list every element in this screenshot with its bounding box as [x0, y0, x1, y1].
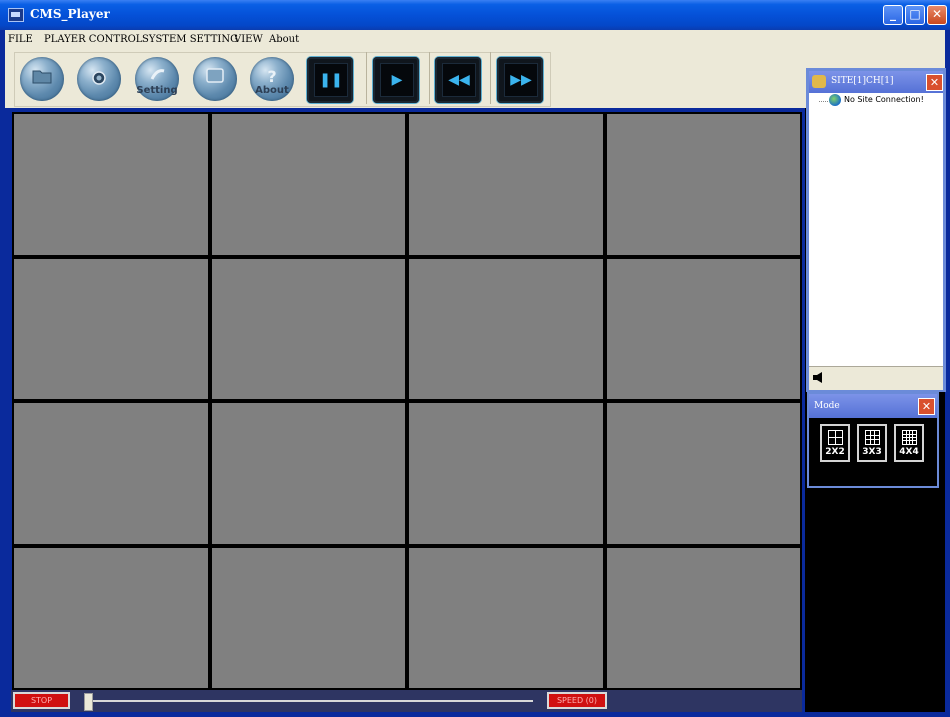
video-channel-cell[interactable]	[14, 258, 208, 399]
toolbar-separator	[490, 52, 491, 104]
video-channel-cell[interactable]	[409, 403, 603, 544]
site-panel-footer	[809, 366, 943, 390]
playback-bar: STOP SPEED (0)	[11, 690, 802, 712]
mode-4x4-button[interactable]: 4X4	[894, 424, 924, 462]
svg-text:?: ?	[267, 67, 276, 85]
mode-3x3-label: 3X3	[862, 447, 882, 457]
site-panel: SITE[1]CH[1] ✕ No Site Connection!	[806, 68, 946, 392]
play-button[interactable]: ▶	[373, 57, 419, 103]
video-channel-cell[interactable]	[606, 258, 800, 399]
toolbar-separator	[366, 52, 367, 104]
mode-panel-close-icon[interactable]: ✕	[918, 398, 935, 415]
site-panel-title: SITE[1]CH[1]	[831, 76, 894, 86]
stop-button[interactable]: STOP	[13, 692, 70, 709]
video-grid	[12, 112, 802, 690]
mode-panel-header: Mode ✕	[809, 394, 937, 418]
mode-2x2-label: 2X2	[825, 447, 845, 457]
monitor-icon	[206, 68, 224, 83]
video-channel-cell[interactable]	[14, 403, 208, 544]
monitor-button[interactable]	[193, 57, 237, 101]
menu-bar: FILE PLAYER CONTROL SYSTEM SETTING VIEW …	[5, 30, 945, 50]
mode-panel-title: Mode	[814, 401, 840, 411]
speed-button[interactable]: SPEED (0)	[547, 692, 607, 709]
video-channel-cell[interactable]	[211, 403, 405, 544]
setting-icon	[150, 69, 165, 80]
video-channel-cell[interactable]	[606, 114, 800, 255]
grid-4x4-icon	[902, 430, 917, 445]
mode-4x4-label: 4X4	[899, 447, 919, 457]
camera-button[interactable]	[77, 57, 121, 101]
site-tree-icon	[812, 75, 826, 88]
video-channel-cell[interactable]	[409, 258, 603, 399]
about-icon: ?	[267, 67, 276, 85]
rewind-button[interactable]: ◀◀	[435, 57, 481, 103]
title-bar[interactable]: CMS_Player _ □ ✕	[0, 0, 950, 30]
close-button[interactable]: ✕	[927, 5, 947, 25]
toolbar: Setting ? About ❚❚ ▶ ◀◀ ▶▶	[5, 50, 945, 108]
app-window: CMS_Player _ □ ✕ FILE PLAYER CONTROL SYS…	[0, 0, 950, 717]
setting-label: Setting	[136, 85, 178, 96]
site-panel-header: SITE[1]CH[1] ✕	[809, 71, 943, 93]
fast-forward-icon: ▶▶	[510, 72, 532, 88]
video-channel-cell[interactable]	[14, 547, 208, 688]
play-icon: ▶	[391, 72, 403, 88]
mode-3x3-button[interactable]: 3X3	[857, 424, 887, 462]
fast-forward-button[interactable]: ▶▶	[497, 57, 543, 103]
video-channel-cell[interactable]	[606, 403, 800, 544]
mode-panel: Mode ✕ 2X2 3X3 4X4	[807, 392, 939, 488]
video-channel-cell[interactable]	[606, 547, 800, 688]
menu-file[interactable]: FILE	[8, 34, 33, 45]
window-title: CMS_Player	[30, 7, 110, 21]
video-channel-cell[interactable]	[14, 114, 208, 255]
site-panel-close-icon[interactable]: ✕	[926, 74, 943, 91]
app-icon	[8, 8, 24, 22]
toolbar-separator	[429, 52, 430, 104]
grid-3x3-icon	[865, 430, 880, 445]
about-button[interactable]: ? About	[250, 57, 294, 101]
site-connection-status[interactable]: No Site Connection!	[844, 95, 924, 104]
video-channel-cell[interactable]	[211, 547, 405, 688]
menu-view[interactable]: VIEW	[234, 34, 263, 45]
mode-2x2-button[interactable]: 2X2	[820, 424, 850, 462]
open-folder-button[interactable]	[20, 57, 64, 101]
camera-icon	[92, 71, 106, 85]
video-channel-cell[interactable]	[211, 114, 405, 255]
grid-2x2-icon	[828, 430, 843, 445]
maximize-button[interactable]: □	[905, 5, 925, 25]
menu-system-setting[interactable]: SYSTEM SETTING	[142, 34, 238, 45]
video-channel-cell[interactable]	[211, 258, 405, 399]
setting-button[interactable]: Setting	[135, 57, 179, 101]
rewind-icon: ◀◀	[448, 72, 470, 88]
video-channel-cell[interactable]	[409, 114, 603, 255]
tree-connector	[819, 101, 828, 102]
speaker-icon[interactable]	[813, 372, 825, 383]
pause-button[interactable]: ❚❚	[307, 57, 353, 103]
seek-track[interactable]	[91, 700, 533, 702]
folder-icon	[32, 70, 52, 84]
minimize-button[interactable]: _	[883, 5, 903, 25]
video-channel-cell[interactable]	[409, 547, 603, 688]
menu-about[interactable]: About	[269, 34, 299, 45]
pause-icon: ❚❚	[319, 72, 343, 88]
globe-icon	[829, 94, 841, 106]
menu-player-control[interactable]: PLAYER CONTROL	[44, 34, 142, 45]
seek-slider-thumb[interactable]	[84, 693, 93, 711]
about-label: About	[255, 85, 289, 96]
